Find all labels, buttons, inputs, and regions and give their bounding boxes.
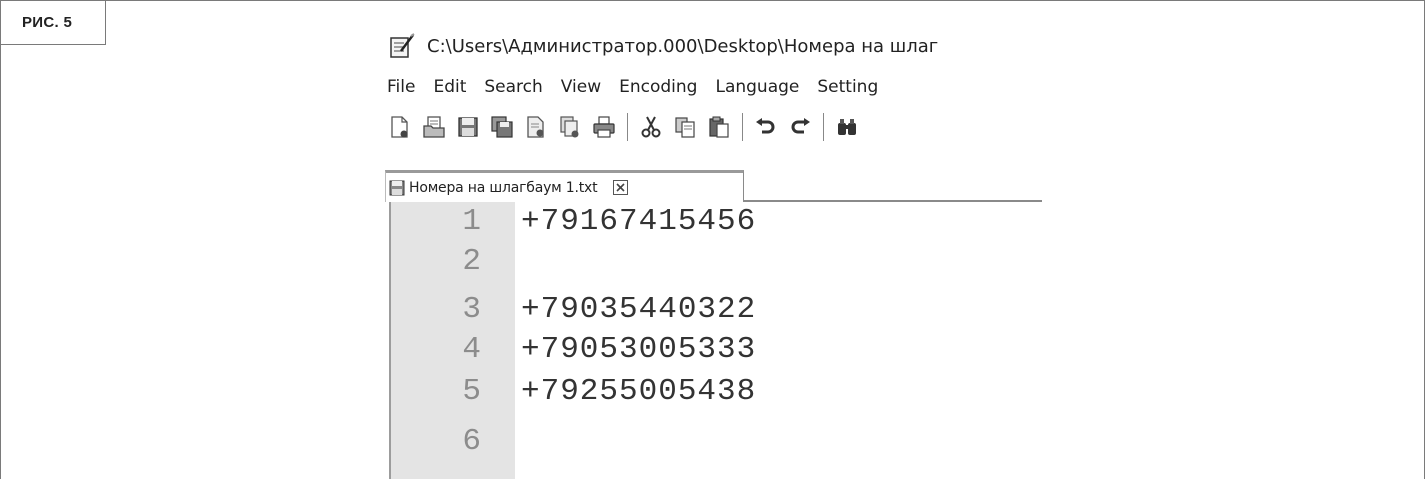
paste-icon[interactable]: [706, 114, 732, 140]
tab-label: Номера на шлагбаум 1.txt: [409, 179, 598, 196]
line-text[interactable]: +79255005438: [521, 372, 756, 412]
line-number: 3: [462, 292, 481, 327]
line-text[interactable]: +79167415456: [521, 202, 756, 242]
line-text[interactable]: +79053005333: [521, 330, 756, 370]
undo-icon[interactable]: [753, 114, 779, 140]
close-icon[interactable]: [523, 114, 549, 140]
toolbar: [385, 110, 1042, 144]
print-icon[interactable]: [591, 114, 617, 140]
toolbar-separator: [627, 113, 628, 141]
close-all-icon[interactable]: [557, 114, 583, 140]
line-number: 4: [462, 332, 481, 367]
saved-file-icon: [389, 180, 405, 196]
notepad-app-icon: [389, 33, 415, 59]
line-number: 6: [462, 424, 481, 459]
menu-language[interactable]: Language: [715, 77, 799, 97]
menu-edit[interactable]: Edit: [433, 77, 466, 97]
menu-settings[interactable]: Setting: [817, 77, 878, 97]
figure-label: РИС. 5: [0, 0, 106, 45]
save-all-icon[interactable]: [489, 114, 515, 140]
line-number: 1: [462, 204, 481, 239]
tab-close-icon[interactable]: [613, 180, 629, 195]
redo-icon[interactable]: [787, 114, 813, 140]
open-file-icon[interactable]: [421, 114, 447, 140]
toolbar-separator: [742, 113, 743, 141]
cut-icon[interactable]: [638, 114, 664, 140]
window-title: C:\Users\Администратор.000\Desktop\Номер…: [427, 35, 939, 57]
line-text[interactable]: +79035440322: [521, 290, 756, 330]
menu-file[interactable]: File: [387, 77, 415, 97]
line-number: 2: [462, 244, 481, 279]
save-icon[interactable]: [455, 114, 481, 140]
title-bar: C:\Users\Администратор.000\Desktop\Номер…: [385, 28, 1042, 64]
menu-view[interactable]: View: [561, 77, 601, 97]
copy-icon[interactable]: [672, 114, 698, 140]
editor-area[interactable]: 1 +79167415456 2 3 +79035440322 4 +79053…: [385, 202, 1042, 479]
menu-bar: File Edit Search View Encoding Language …: [385, 70, 1042, 104]
tab-document[interactable]: Номера на шлагбаум 1.txt: [385, 170, 744, 202]
new-file-icon[interactable]: [387, 114, 413, 140]
menu-encoding[interactable]: Encoding: [619, 77, 697, 97]
notepad-window: C:\Users\Администратор.000\Desktop\Номер…: [385, 28, 1042, 479]
tab-bar: Номера на шлагбаум 1.txt: [385, 162, 1042, 202]
menu-search[interactable]: Search: [484, 77, 542, 97]
line-number: 5: [462, 374, 481, 409]
toolbar-separator: [823, 113, 824, 141]
find-icon[interactable]: [834, 114, 860, 140]
